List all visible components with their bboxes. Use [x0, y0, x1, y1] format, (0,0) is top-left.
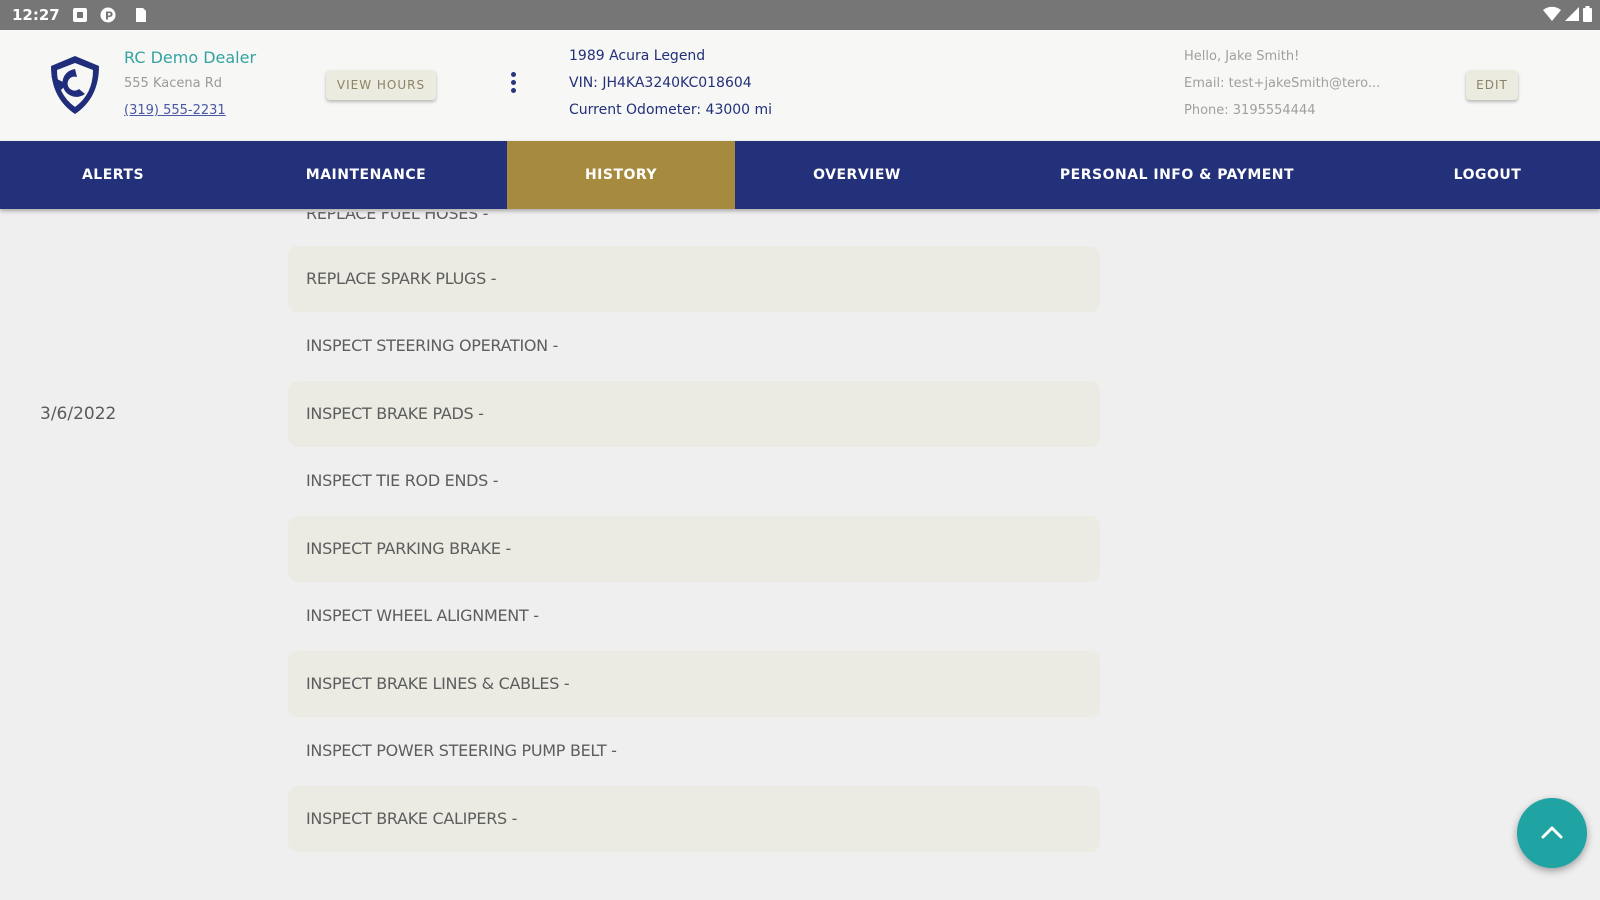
list-item-label: INSPECT BRAKE LINES & CABLES -: [306, 674, 570, 693]
user-greeting: Hello, Jake Smith!: [1184, 49, 1300, 64]
tab-overview[interactable]: OVERVIEW: [735, 141, 979, 209]
vehicle-name: 1989 Acura Legend: [569, 48, 706, 64]
list-item-label: REPLACE SPARK PLUGS -: [306, 269, 497, 288]
battery-icon: [1583, 6, 1592, 22]
scroll-to-top-button[interactable]: [1517, 798, 1587, 868]
edit-profile-button[interactable]: EDIT: [1466, 70, 1518, 100]
list-item-label: INSPECT WHEEL ALIGNMENT -: [306, 606, 539, 625]
list-item: INSPECT WHEEL ALIGNMENT -: [288, 583, 1100, 649]
signal-icon: [1565, 7, 1579, 21]
dealer-address: 555 Kacena Rd: [124, 76, 222, 91]
app-notification-icon: P: [100, 7, 116, 23]
tab-personal-info-payment[interactable]: PERSONAL INFO & PAYMENT: [979, 141, 1375, 209]
view-hours-button[interactable]: VIEW HOURS: [326, 70, 436, 100]
list-item-label: INSPECT STEERING OPERATION -: [306, 336, 559, 355]
dealer-phone-link[interactable]: (319) 555-2231: [124, 103, 226, 118]
list-item: INSPECT TIE ROD ENDS -: [288, 448, 1100, 514]
list-item: INSPECT PARKING BRAKE -: [288, 516, 1100, 582]
tab-maintenance[interactable]: MAINTENANCE: [226, 141, 506, 209]
sd-card-icon: [136, 8, 146, 22]
user-phone: Phone: 3195554444: [1184, 103, 1316, 118]
main-nav: ALERTS MAINTENANCE HISTORY OVERVIEW PERS…: [0, 141, 1600, 209]
list-item-label: INSPECT POWER STEERING PUMP BELT -: [306, 741, 617, 760]
status-right-icons: [1543, 6, 1592, 22]
list-item-label: INSPECT PARKING BRAKE -: [306, 539, 511, 558]
tab-alerts[interactable]: ALERTS: [0, 141, 226, 209]
status-bar: 12:27 P: [0, 0, 1600, 30]
list-item-label: INSPECT TIE ROD ENDS -: [306, 471, 499, 490]
list-item: INSPECT POWER STEERING PUMP BELT -: [288, 718, 1100, 784]
svg-text:P: P: [105, 10, 113, 23]
dealer-name: RC Demo Dealer: [124, 48, 257, 67]
vehicle-odometer: Current Odometer: 43000 mi: [569, 102, 773, 118]
shield-logo-icon: [51, 56, 99, 114]
status-time: 12:27: [12, 6, 60, 24]
list-item-label: INSPECT BRAKE PADS -: [306, 404, 484, 423]
chevron-up-icon: [1541, 826, 1563, 839]
more-options-icon[interactable]: [503, 70, 523, 100]
list-item: INSPECT BRAKE CALIPERS -: [288, 786, 1100, 852]
wifi-icon: [1543, 6, 1561, 22]
user-email: Email: test+jakeSmith@tero...: [1184, 76, 1381, 91]
vehicle-vin: VIN: JH4KA3240KC018604: [569, 75, 752, 91]
history-date: 3/6/2022: [40, 404, 117, 424]
list-item-label: INSPECT BRAKE CALIPERS -: [306, 809, 518, 828]
tab-history[interactable]: HISTORY: [507, 141, 735, 209]
list-item: INSPECT BRAKE PADS -: [288, 381, 1100, 447]
list-item: INSPECT BRAKE LINES & CABLES -: [288, 651, 1100, 717]
tab-logout[interactable]: LOGOUT: [1375, 141, 1600, 209]
notification-icon: [73, 8, 87, 22]
list-item: INSPECT STEERING OPERATION -: [288, 313, 1100, 379]
list-item: REPLACE SPARK PLUGS -: [288, 246, 1100, 312]
